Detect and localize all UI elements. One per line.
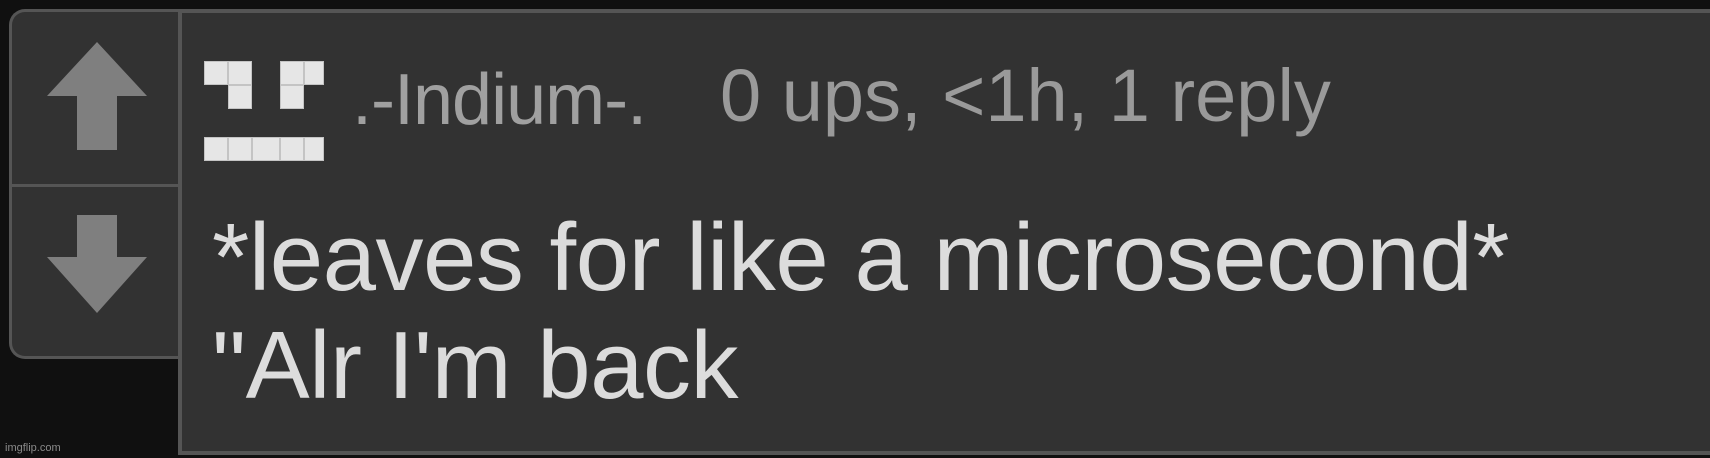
comment-meta: 0 ups, <1h, 1 reply xyxy=(720,54,1331,137)
avatar-pixel xyxy=(228,61,252,85)
up-arrow-icon xyxy=(47,42,147,150)
avatar-pixel xyxy=(280,85,304,109)
avatar-pixel xyxy=(280,61,304,85)
avatar-pixel xyxy=(204,61,228,85)
upvote-button[interactable] xyxy=(12,12,181,180)
comment-screenshot: .-Indium-. 0 ups, <1h, 1 reply *leaves f… xyxy=(0,0,1710,458)
user-avatar[interactable] xyxy=(204,61,324,171)
avatar-pixel xyxy=(252,137,280,161)
avatar-pixel xyxy=(304,61,324,85)
avatar-pixel xyxy=(228,85,252,109)
comment-card: .-Indium-. 0 ups, <1h, 1 reply *leaves f… xyxy=(178,9,1710,455)
avatar-pixel xyxy=(204,137,228,161)
downvote-button[interactable] xyxy=(12,187,181,355)
watermark: imgflip.com xyxy=(5,442,61,454)
comment-text-line-1: *leaves for like a microsecond* xyxy=(212,204,1510,311)
vote-panel xyxy=(9,9,181,359)
username-link[interactable]: .-Indium-. xyxy=(352,59,647,141)
avatar-pixel xyxy=(304,137,324,161)
down-arrow-icon xyxy=(47,215,147,313)
comment-text-line-2: "Alr I'm back xyxy=(212,312,739,419)
avatar-pixel xyxy=(228,137,252,161)
avatar-pixel xyxy=(280,137,304,161)
